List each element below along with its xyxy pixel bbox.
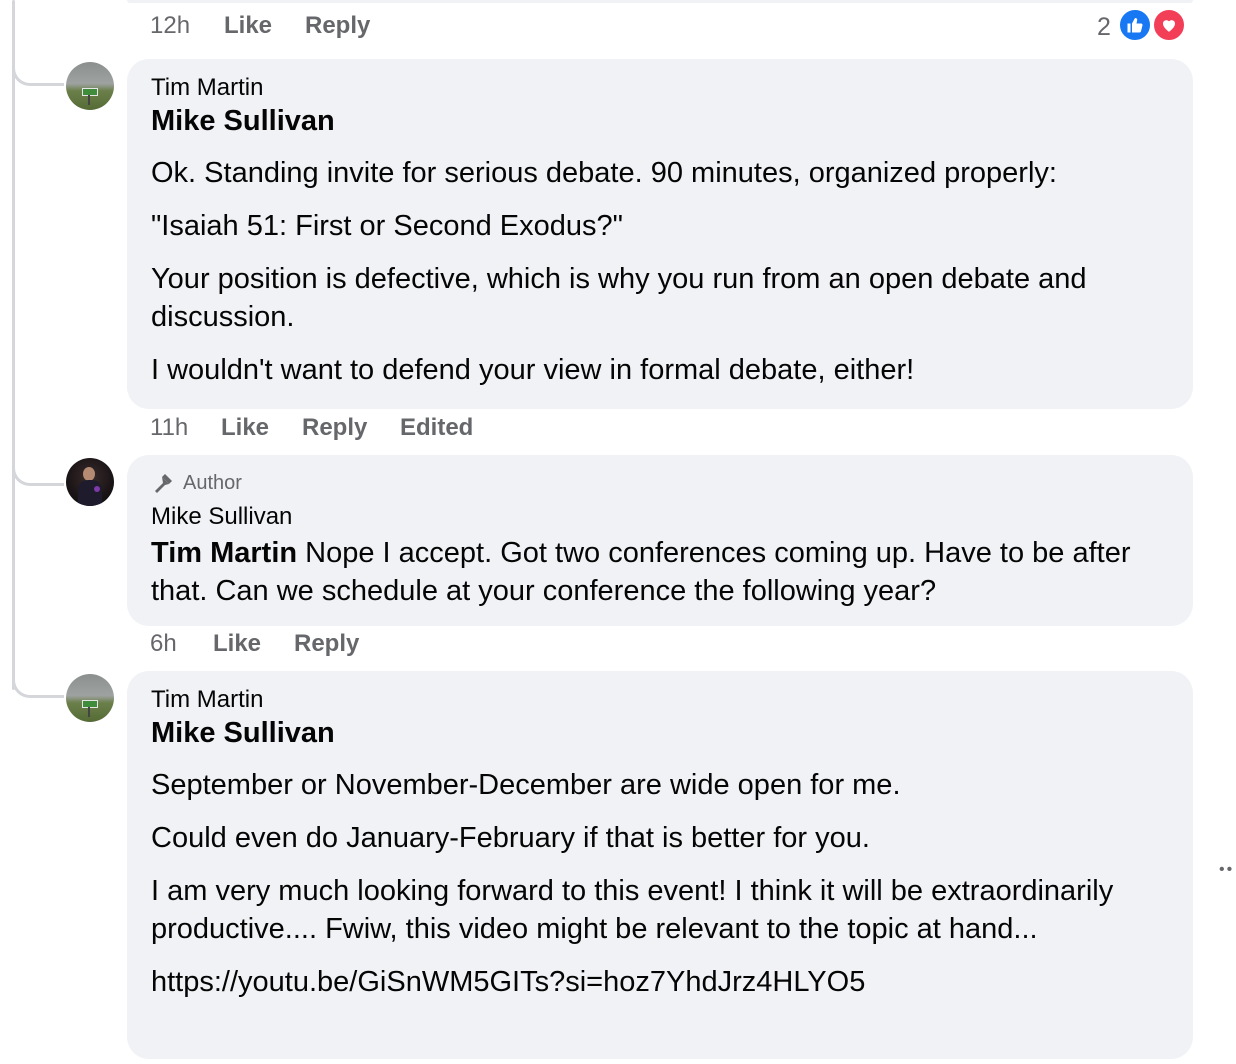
- more-options-icon[interactable]: ••: [1219, 861, 1234, 879]
- avatar-mic-detail: [94, 486, 100, 492]
- avatar-sign-detail: [82, 88, 98, 96]
- reply-button[interactable]: Reply: [305, 12, 370, 40]
- mention-link[interactable]: Mike Sullivan: [151, 715, 1169, 751]
- comment-author[interactable]: Tim Martin: [151, 73, 1169, 103]
- comment-actions: 6h Like Reply: [150, 630, 550, 660]
- thread-line: [12, 0, 15, 690]
- like-button[interactable]: Like: [213, 630, 261, 658]
- comment-text: I am very much looking forward to this e…: [151, 875, 1114, 945]
- comment-actions: 12h Like Reply: [150, 12, 550, 42]
- comment-text: "Isaiah 51: First or Second Exodus?": [151, 210, 623, 242]
- comment-author[interactable]: Tim Martin: [151, 685, 1169, 715]
- comment-time[interactable]: 11h: [150, 414, 188, 442]
- avatar-sign-detail: [82, 700, 98, 708]
- comment-author[interactable]: Mike Sullivan: [151, 502, 1169, 532]
- comment-body: Nope I accept. Got two conferences comin…: [151, 537, 1131, 607]
- video-link[interactable]: https://youtu.be/GiSnWM5GITs?si=hoz7YhdJ…: [151, 963, 1169, 1001]
- comment-text: Could even do January-February if that i…: [151, 822, 870, 854]
- love-icon[interactable]: [1152, 8, 1186, 42]
- avatar-post-detail: [88, 707, 90, 717]
- comment-bubble: Author Mike Sullivan Tim Martin Nope I a…: [127, 455, 1193, 626]
- like-button[interactable]: Like: [224, 12, 272, 40]
- avatar-torso-detail: [78, 480, 102, 506]
- mention-link[interactable]: Mike Sullivan: [151, 103, 1169, 139]
- comment-time[interactable]: 12h: [150, 12, 190, 40]
- reply-button[interactable]: Reply: [294, 630, 359, 658]
- thread-connector: [12, 672, 64, 698]
- like-button[interactable]: Like: [221, 414, 269, 442]
- edited-label[interactable]: Edited: [400, 414, 473, 442]
- avatar[interactable]: [66, 62, 114, 110]
- author-badge-label: Author: [183, 471, 242, 494]
- avatar-head-detail: [83, 467, 95, 481]
- like-icon[interactable]: [1118, 8, 1152, 42]
- comment-bubble: Tim Martin Mike Sullivan Ok. Standing in…: [127, 59, 1193, 409]
- thread-connector: [12, 460, 64, 486]
- previous-comment-bubble-edge: [127, 0, 1193, 3]
- microphone-icon: [155, 474, 172, 493]
- thread-connector: [12, 60, 64, 86]
- comment-text: Ok. Standing invite for serious debate. …: [151, 157, 1057, 189]
- comment-bubble: Tim Martin Mike Sullivan September or No…: [127, 671, 1193, 1059]
- author-badge: Author: [151, 469, 1169, 497]
- avatar[interactable]: [66, 458, 114, 506]
- avatar[interactable]: [66, 674, 114, 722]
- reply-button[interactable]: Reply: [302, 414, 367, 442]
- comment-text: September or November-December are wide …: [151, 769, 901, 801]
- avatar-post-detail: [88, 95, 90, 105]
- reaction-count[interactable]: 2: [1097, 13, 1111, 42]
- comment-text: Your position is defective, which is why…: [151, 263, 1087, 333]
- comment-actions: 11h Like Reply Edited: [150, 414, 550, 444]
- comment-text: I wouldn't want to defend your view in f…: [151, 354, 915, 386]
- comment-text: Tim Martin Nope I accept. Got two confer…: [151, 534, 1169, 610]
- mention-link[interactable]: Tim Martin: [151, 537, 297, 569]
- comment-time[interactable]: 6h: [150, 630, 177, 658]
